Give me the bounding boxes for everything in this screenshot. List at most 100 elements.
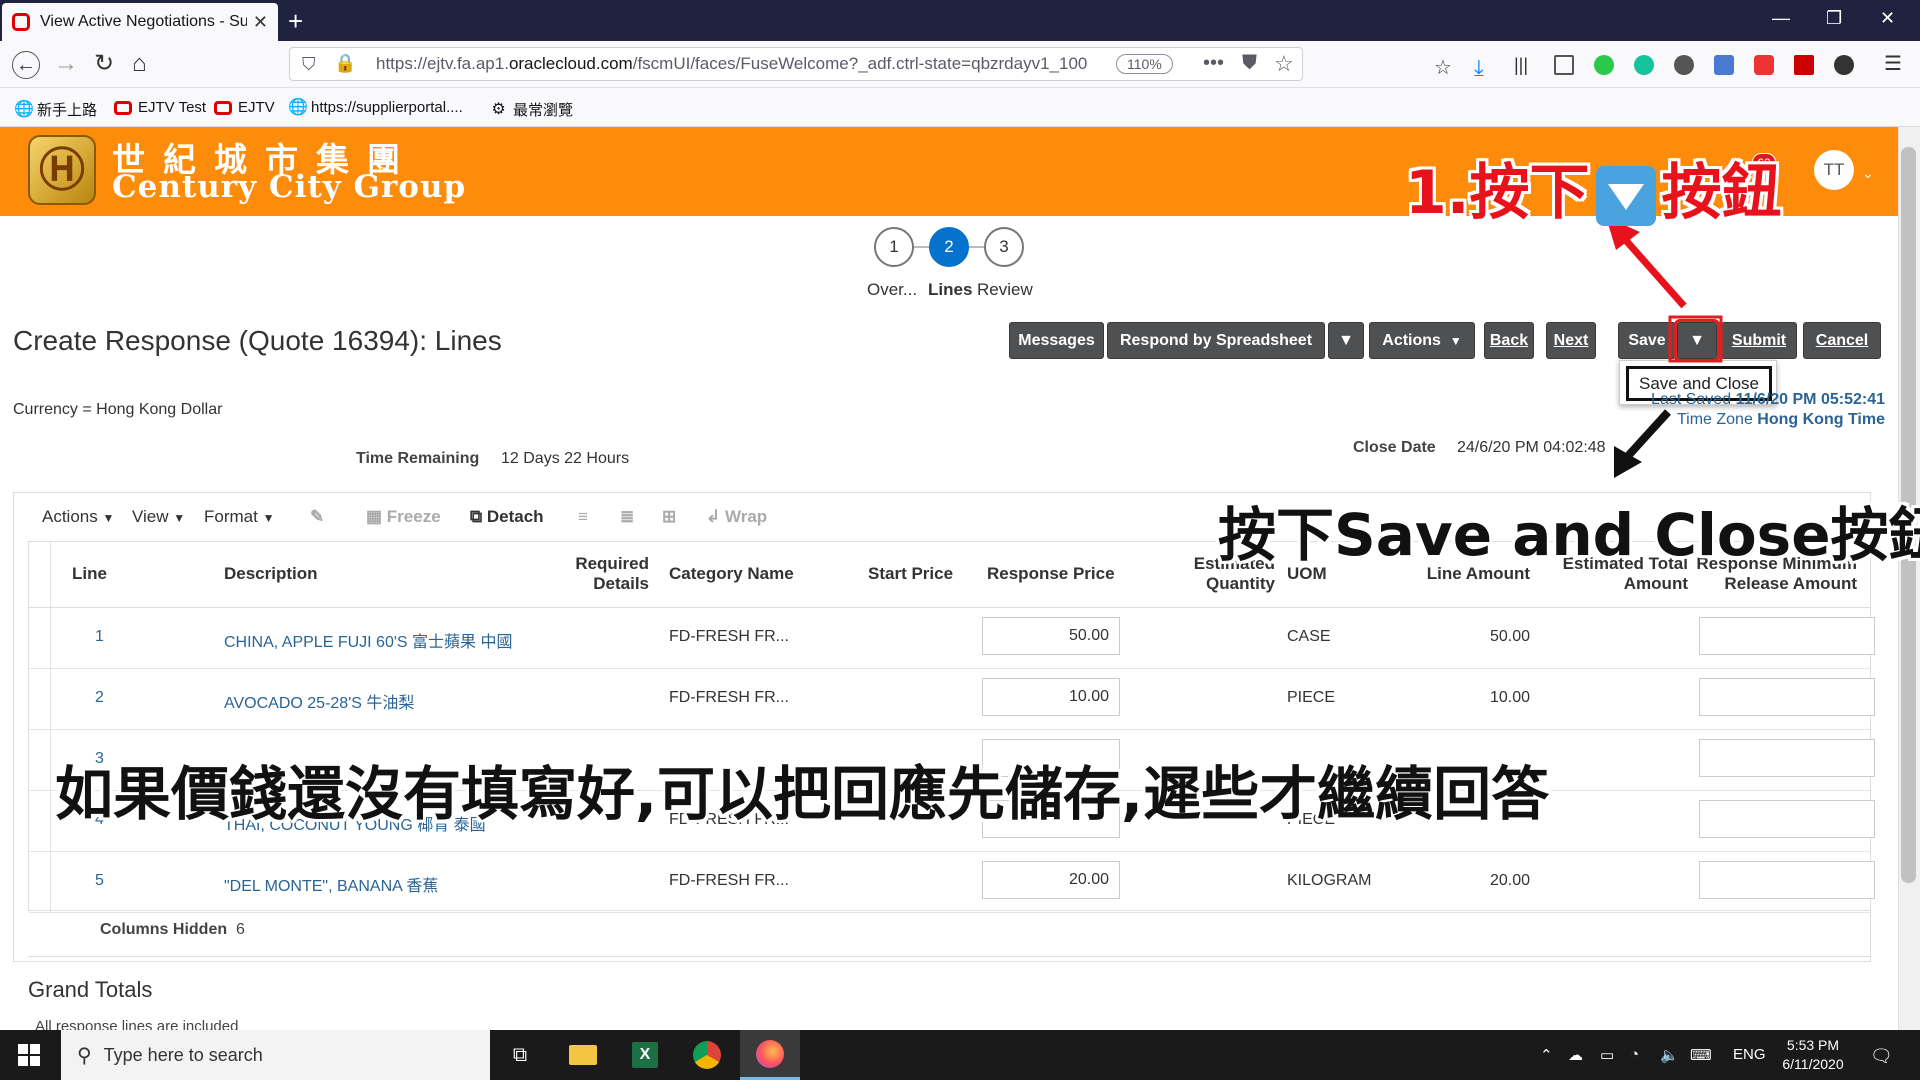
browser-tab[interactable]: View Active Negotiations - Sup ✕ bbox=[2, 3, 278, 41]
pdf-ext-icon[interactable] bbox=[1794, 55, 1814, 75]
company-logo[interactable]: Ⓗ bbox=[28, 135, 96, 205]
response-min-release-input[interactable] bbox=[1699, 678, 1875, 716]
pocket-icon[interactable]: ⛊ bbox=[1242, 52, 1257, 75]
library-icon[interactable]: ||| bbox=[1514, 55, 1534, 75]
task-view-icon[interactable]: ⧉ bbox=[490, 1030, 550, 1080]
star-icon[interactable]: ☆ bbox=[1274, 51, 1294, 77]
notification-center-icon[interactable]: 🗨 bbox=[1870, 1046, 1893, 1067]
chrome-icon[interactable] bbox=[677, 1030, 737, 1080]
response-min-release-input[interactable] bbox=[1699, 861, 1875, 899]
respond-by-spreadsheet-button[interactable]: Respond by Spreadsheet bbox=[1107, 322, 1325, 359]
train-step-3[interactable]: 3 bbox=[984, 227, 1024, 267]
col-header-start-price[interactable]: Start Price bbox=[868, 564, 953, 584]
wrap-top-icon[interactable]: ≣ bbox=[620, 507, 634, 527]
column-icon[interactable]: ⊞ bbox=[662, 507, 676, 527]
bookmark-item[interactable]: EJTV Test bbox=[114, 99, 206, 116]
bookmark-item[interactable]: 🌐 新手上路 bbox=[14, 99, 97, 120]
address-bar[interactable]: ⛉ 🔒 https://ejtv.fa.ap1.oraclecloud.com/… bbox=[289, 47, 1303, 81]
freeze-button[interactable]: ▦ Freeze bbox=[366, 507, 441, 527]
chevron-up-icon[interactable]: ⌃ bbox=[1540, 1046, 1553, 1064]
table-row[interactable]: 5 "DEL MONTE", BANANA 香蕉 FD-FRESH FR... … bbox=[29, 852, 1875, 913]
train-label-lines[interactable]: Lines bbox=[928, 280, 972, 300]
table-row[interactable]: 1 CHINA, APPLE FUJI 60'S 富士蘋果 中國 FD-FRES… bbox=[29, 608, 1875, 669]
line-number[interactable]: 2 bbox=[95, 689, 104, 707]
wrap-left-icon[interactable]: ≡ bbox=[578, 507, 588, 527]
col-header-category[interactable]: Category Name bbox=[669, 564, 794, 584]
messages-button[interactable]: Messages bbox=[1009, 322, 1104, 359]
zoom-level[interactable]: 110% bbox=[1116, 54, 1173, 74]
table-row[interactable]: 2 AVOCADO 25-28'S 牛油梨 FD-FRESH FR... 10.… bbox=[29, 669, 1875, 730]
avatar[interactable]: TT bbox=[1814, 150, 1854, 190]
keyboard-icon[interactable]: ⌨ bbox=[1690, 1046, 1712, 1064]
menu-icon[interactable]: ☰ bbox=[1884, 51, 1904, 75]
col-header-line[interactable]: Line bbox=[72, 564, 107, 584]
windows-start-icon[interactable] bbox=[18, 1044, 40, 1066]
train-label-review[interactable]: Review bbox=[977, 280, 1033, 300]
save-dropdown-button[interactable]: ▼ bbox=[1674, 319, 1720, 362]
col-header-response-price[interactable]: Response Price bbox=[987, 564, 1115, 584]
bookmark-item[interactable]: EJTV bbox=[214, 99, 275, 116]
taskbar-clock[interactable]: 5:53 PM 6/11/2020 bbox=[1768, 1036, 1858, 1074]
new-tab-icon[interactable]: + bbox=[288, 6, 303, 37]
respond-dropdown-button[interactable]: ▼ bbox=[1328, 322, 1364, 359]
battery-icon[interactable]: ▭ bbox=[1600, 1046, 1614, 1064]
volume-icon[interactable]: 🔈 bbox=[1660, 1046, 1679, 1064]
maximize-icon[interactable]: ❐ bbox=[1826, 8, 1842, 29]
line-description-link[interactable]: CHINA, APPLE FUJI 60'S 富士蘋果 中國 bbox=[224, 628, 512, 652]
col-header-required-details[interactable]: Required Details bbox=[539, 554, 649, 594]
forward-arrow-icon[interactable]: → bbox=[54, 51, 78, 77]
response-price-input[interactable]: 20.00 bbox=[982, 861, 1120, 899]
grammarly-icon[interactable] bbox=[1634, 55, 1654, 75]
line-description-link[interactable]: "DEL MONTE", BANANA 香蕉 bbox=[224, 872, 438, 896]
response-min-release-input[interactable] bbox=[1699, 800, 1875, 838]
response-price-input[interactable]: 50.00 bbox=[982, 617, 1120, 655]
response-min-release-input[interactable] bbox=[1699, 617, 1875, 655]
submit-button[interactable]: Submit bbox=[1721, 322, 1797, 359]
cancel-button[interactable]: Cancel bbox=[1803, 322, 1881, 359]
response-min-release-input[interactable] bbox=[1699, 739, 1875, 777]
back-arrow-icon[interactable]: ← bbox=[12, 51, 40, 79]
response-price-input[interactable]: 10.00 bbox=[982, 678, 1120, 716]
bookmark-ext-icon[interactable] bbox=[1714, 55, 1734, 75]
table-format-menu[interactable]: Format ▼ bbox=[204, 507, 274, 527]
file-explorer-icon[interactable] bbox=[553, 1030, 613, 1080]
col-header-description[interactable]: Description bbox=[224, 564, 318, 584]
wrap-button[interactable]: ↲ Wrap bbox=[706, 507, 767, 527]
taskbar-search[interactable]: ⚲ Type here to search bbox=[61, 1030, 490, 1080]
close-tab-icon[interactable]: ✕ bbox=[253, 12, 268, 33]
home-icon[interactable]: ⌂ bbox=[132, 51, 147, 77]
firefox-icon[interactable] bbox=[740, 1030, 800, 1080]
back-button[interactable]: Back bbox=[1484, 322, 1534, 359]
line-description-link[interactable]: AVOCADO 25-28'S 牛油梨 bbox=[224, 689, 414, 713]
bookmark-item[interactable]: 🌐 https://supplierportal.... bbox=[288, 99, 463, 116]
lock-icon[interactable]: 🔒 bbox=[334, 53, 356, 74]
actions-button[interactable]: Actions ▼ bbox=[1369, 322, 1475, 359]
download-icon[interactable]: ⤓ bbox=[1474, 55, 1494, 80]
shield-icon[interactable]: ⛉ bbox=[302, 54, 316, 75]
bookmark-item[interactable]: ⚙ 最常瀏覽 bbox=[490, 99, 573, 120]
train-step-2[interactable]: 2 bbox=[929, 227, 969, 267]
next-button[interactable]: Next bbox=[1546, 322, 1596, 359]
window-close-icon[interactable]: ✕ bbox=[1880, 8, 1895, 29]
excel-icon[interactable]: X bbox=[615, 1030, 675, 1080]
save-button[interactable]: Save bbox=[1618, 322, 1676, 359]
account-icon[interactable] bbox=[1674, 55, 1694, 75]
reading-list-icon[interactable]: ☆ bbox=[1434, 55, 1454, 79]
sidebar-icon[interactable] bbox=[1554, 55, 1574, 75]
train-label-overview[interactable]: Over... bbox=[867, 280, 917, 300]
table-view-menu[interactable]: View ▼ bbox=[132, 507, 185, 527]
minimize-icon[interactable]: — bbox=[1772, 8, 1790, 29]
line-number[interactable]: 5 bbox=[95, 872, 104, 890]
chevron-down-icon[interactable]: ⌄ bbox=[1862, 165, 1874, 182]
reload-icon[interactable]: ↻ bbox=[94, 51, 114, 77]
cloud-icon[interactable]: ☁ bbox=[1568, 1046, 1583, 1064]
detach-button[interactable]: ⧉ Detach bbox=[470, 507, 544, 527]
shield-ext-icon[interactable] bbox=[1754, 55, 1774, 75]
wifi-icon[interactable]: ◔ bbox=[1630, 1046, 1639, 1063]
pencil-icon[interactable]: ✎ bbox=[310, 507, 324, 527]
language-indicator[interactable]: ENG bbox=[1733, 1046, 1766, 1063]
table-actions-menu[interactable]: Actions ▼ bbox=[42, 507, 114, 527]
extension-check-icon[interactable] bbox=[1594, 55, 1614, 75]
train-step-1[interactable]: 1 bbox=[874, 227, 914, 267]
more-icon[interactable]: ••• bbox=[1203, 52, 1224, 75]
